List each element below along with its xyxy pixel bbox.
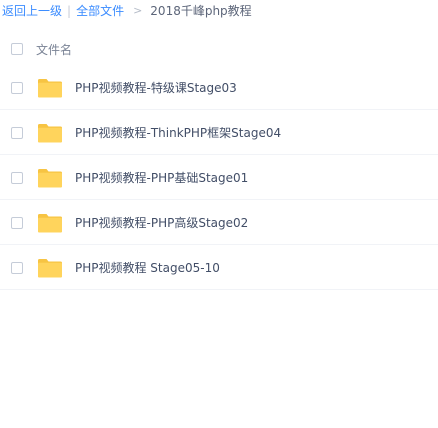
- list-item[interactable]: PHP视频教程-ThinkPHP框架Stage04: [0, 111, 438, 155]
- select-all-checkbox[interactable]: [11, 43, 23, 55]
- folder-icon: [38, 79, 62, 98]
- back-link[interactable]: 返回上一级: [2, 0, 62, 22]
- list-item[interactable]: PHP视频教程-PHP高级Stage02: [0, 201, 438, 245]
- item-checkbox[interactable]: [11, 262, 23, 274]
- current-folder-label: 2018千峰php教程: [150, 4, 252, 18]
- file-name-link[interactable]: PHP视频教程-PHP基础Stage01: [75, 156, 248, 200]
- folder-icon: [38, 214, 62, 233]
- folder-icon: [38, 169, 62, 188]
- column-header-filename[interactable]: 文件名: [36, 41, 72, 58]
- list-header: 文件名: [0, 36, 438, 62]
- list-item[interactable]: PHP视频教程-PHP基础Stage01: [0, 156, 438, 200]
- file-name-link[interactable]: PHP视频教程-PHP高级Stage02: [75, 201, 248, 245]
- breadcrumb: 返回上一级 | 全部文件 > 2018千峰php教程: [2, 0, 252, 22]
- file-name-link[interactable]: PHP视频教程 Stage05-10: [75, 246, 220, 290]
- item-checkbox[interactable]: [11, 172, 23, 184]
- item-checkbox[interactable]: [11, 127, 23, 139]
- file-name-link[interactable]: PHP视频教程-ThinkPHP框架Stage04: [75, 111, 281, 155]
- list-item[interactable]: PHP视频教程 Stage05-10: [0, 246, 438, 290]
- folder-icon: [38, 124, 62, 143]
- all-files-link[interactable]: 全部文件: [76, 0, 124, 22]
- breadcrumb-arrow: >: [133, 4, 143, 17]
- file-name-link[interactable]: PHP视频教程-特级课Stage03: [75, 66, 237, 110]
- folder-icon: [38, 259, 62, 278]
- item-checkbox[interactable]: [11, 217, 23, 229]
- breadcrumb-separator: |: [67, 4, 72, 18]
- item-checkbox[interactable]: [11, 82, 23, 94]
- list-item[interactable]: PHP视频教程-特级课Stage03: [0, 66, 438, 110]
